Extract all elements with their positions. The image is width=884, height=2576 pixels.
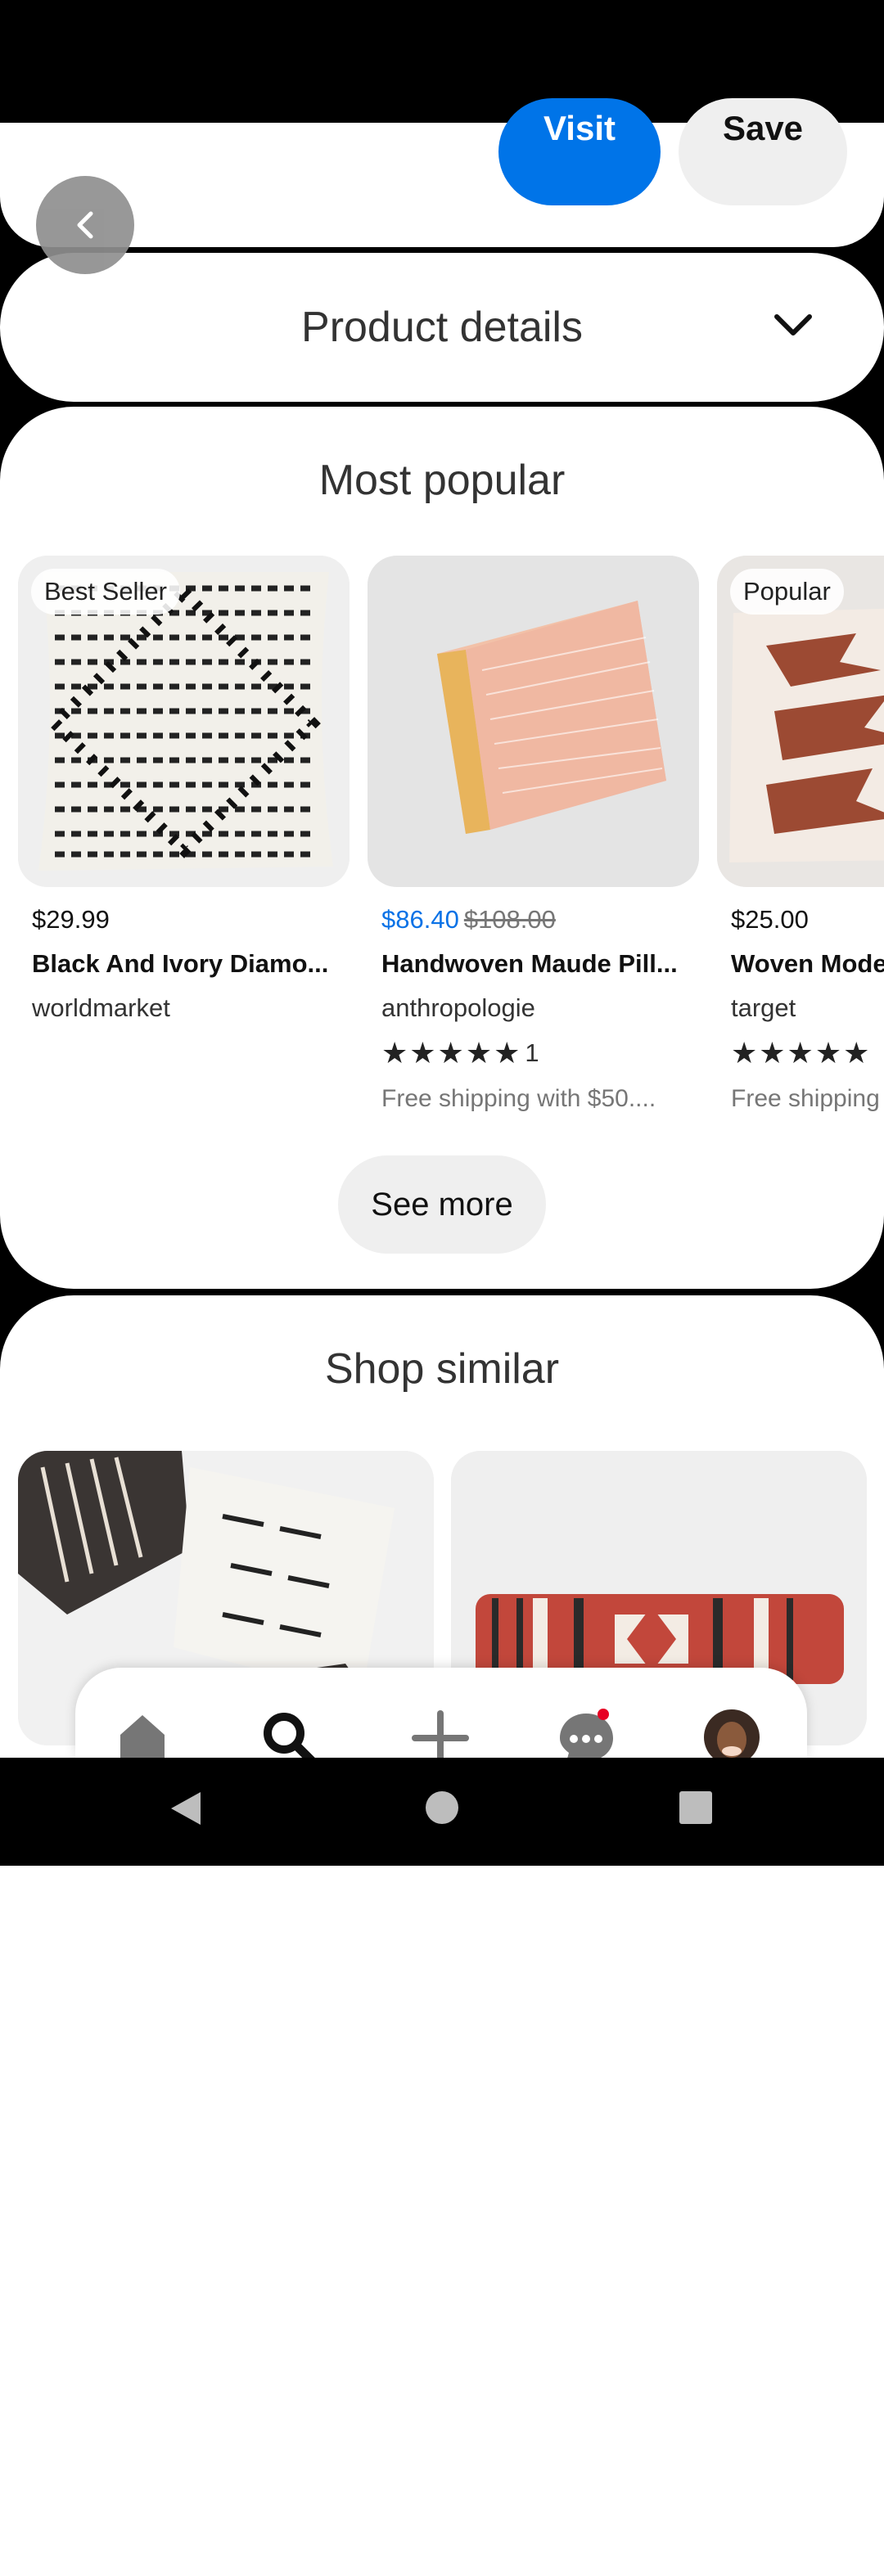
section-title: Most popular [318, 457, 566, 504]
system-home-icon[interactable] [425, 1790, 459, 1825]
home-icon [120, 1715, 165, 1758]
profile-tab[interactable] [699, 1709, 764, 1758]
search-icon [264, 1713, 315, 1758]
product-card[interactable]: Best Seller $29.99 Black And Ivory Diamo… [18, 556, 350, 1023]
original-price: $108.00 [463, 905, 556, 934]
shop-similar-section: Shop similar [0, 1295, 884, 2576]
rating: ★★★★★ [731, 1036, 884, 1070]
price: $25.00 [731, 905, 809, 934]
plus-icon [412, 1710, 469, 1758]
badge: Best Seller [31, 569, 180, 615]
sale-price: $86.40 [381, 905, 459, 934]
product-card[interactable]: $86.40 $108.00 Handwoven Maude Pill... an… [368, 556, 699, 1113]
system-recents-icon[interactable] [679, 1790, 713, 1825]
merchant: target [731, 993, 796, 1022]
product-card[interactable]: Popular $25.00 Woven Mode target ★★★★★ F… [717, 556, 884, 1113]
most-popular-section: Most popular Best Seller $29.99 Black An… [0, 407, 884, 1289]
merchant: anthropologie [381, 993, 535, 1022]
create-tab[interactable] [408, 1709, 473, 1758]
chevron-down-icon [774, 314, 812, 336]
system-back-icon[interactable] [169, 1790, 202, 1826]
star-icons: ★★★★★ [731, 1036, 872, 1070]
back-button[interactable] [36, 176, 134, 274]
search-tab[interactable] [255, 1709, 321, 1758]
visit-button[interactable]: Visit [498, 98, 661, 205]
product-details-toggle[interactable]: Product details [0, 253, 884, 402]
badge: Popular [730, 569, 844, 615]
profile-avatar [704, 1709, 760, 1758]
pillow-image [368, 556, 699, 887]
rating-count: 1 [525, 1038, 539, 1067]
star-icons: ★★★★★ [381, 1036, 522, 1070]
notification-dot [598, 1709, 609, 1720]
product-name: Woven Mode [731, 949, 884, 978]
product-details-title: Product details [301, 304, 583, 351]
product-name: Handwoven Maude Pill... [381, 949, 678, 978]
section-title: Shop similar [324, 1345, 560, 1393]
see-more-button[interactable]: See more [338, 1155, 546, 1254]
shipping-info: Free shipping with $50.... [381, 1085, 656, 1112]
product-image[interactable]: Popular [717, 556, 884, 887]
shipping-info: Free shipping [731, 1085, 880, 1112]
product-image[interactable]: Best Seller [18, 556, 350, 887]
system-navigation-bar [0, 1758, 884, 1866]
price: $29.99 [32, 905, 110, 934]
product-name: Black And Ivory Diamo... [32, 949, 329, 978]
product-image[interactable] [368, 556, 699, 887]
price: $86.40 $108.00 [381, 905, 699, 934]
merchant: worldmarket [32, 993, 170, 1022]
save-button[interactable]: Save [679, 98, 847, 205]
bottom-navigation [75, 1668, 807, 1758]
rating: ★★★★★ 1 [381, 1036, 699, 1070]
home-tab[interactable] [110, 1709, 175, 1758]
chevron-left-icon [77, 211, 93, 239]
messages-tab[interactable] [553, 1709, 619, 1758]
